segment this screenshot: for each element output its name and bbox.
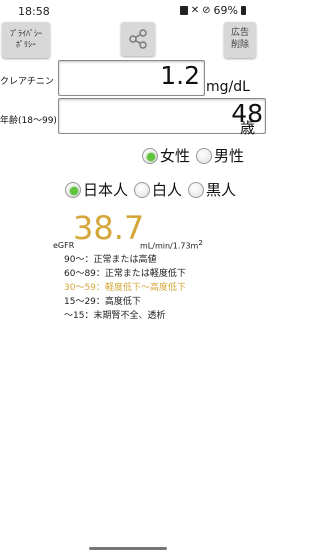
range-item: 60〜89：正常または軽度低下	[64, 269, 186, 279]
notification-icon	[179, 6, 188, 15]
status-time: 18:58	[18, 5, 50, 18]
egfr-range-list: 90〜：正常または高値 60〜89：正常または軽度低下 30〜59：軽度低下〜高…	[64, 253, 186, 323]
race-option-white-label: 白人	[152, 181, 183, 199]
share-button[interactable]	[121, 22, 155, 56]
egfr-unit-text: mL/min/1.73m	[140, 241, 199, 251]
range-item: 15〜29：高度低下	[64, 297, 141, 307]
radio-checked-icon	[65, 181, 81, 198]
privacy-label-line1: ﾌﾟﾗｲﾊﾞｼｰ	[10, 29, 42, 38]
creatinine-label: クレアチニン	[0, 77, 54, 87]
ad-label-line2: 削除	[230, 40, 249, 50]
battery-level: 69%	[213, 4, 238, 17]
privacy-label-line2: ﾎﾟﾘｼｰ	[16, 40, 36, 49]
race-radio-white[interactable]: 白人	[134, 179, 182, 200]
range-item: 〜15：末期腎不全、透析	[64, 311, 166, 321]
sex-radio-group: 女性 男性	[142, 145, 250, 166]
range-item: 90〜：正常または高値	[64, 255, 157, 265]
sex-radio-male[interactable]: 男性	[196, 145, 244, 166]
race-radio-black[interactable]: 黒人	[188, 179, 236, 200]
radio-checked-icon	[142, 147, 158, 164]
creatinine-unit: mg/dL	[206, 79, 250, 95]
race-option-black-label: 黒人	[206, 181, 237, 199]
egfr-value: 38.7	[73, 209, 145, 247]
age-input[interactable]: 48	[58, 98, 266, 134]
app-screen: 18:58 ✕ ⊘ 69% ﾌﾟﾗｲﾊﾞｼｰ ﾎﾟﾘｼｰ 広告 削除 クレアチニ…	[0, 0, 266, 555]
radio-unchecked-icon	[196, 147, 213, 164]
age-label: 年齢(18〜99)	[0, 116, 57, 126]
creatinine-value: 1.2	[160, 61, 200, 90]
race-option-japanese-label: 日本人	[83, 181, 129, 199]
privacy-policy-button[interactable]: ﾌﾟﾗｲﾊﾞｼｰ ﾎﾟﾘｼｰ	[2, 22, 50, 58]
creatinine-input[interactable]: 1.2	[58, 60, 205, 96]
radio-unchecked-icon	[188, 181, 205, 198]
radio-unchecked-icon	[134, 181, 151, 198]
sex-option-female-label: 女性	[160, 147, 191, 165]
sex-option-male-label: 男性	[214, 147, 245, 165]
egfr-unit: mL/min/1.73m2	[140, 239, 203, 251]
status-icons: ✕ ⊘ 69%	[179, 4, 246, 17]
race-radio-group: 日本人 白人 黒人	[65, 179, 242, 200]
egfr-unit-sup: 2	[198, 239, 203, 247]
sex-radio-female[interactable]: 女性	[142, 145, 190, 166]
ad-label-line1: 広告	[230, 28, 249, 38]
range-item-current: 30〜59：軽度低下〜高度低下	[64, 283, 186, 293]
race-radio-japanese[interactable]: 日本人	[65, 179, 128, 200]
remove-ads-button[interactable]: 広告 削除	[224, 22, 256, 58]
status-bar: 18:58 ✕ ⊘ 69%	[0, 0, 256, 24]
mute-icon: ✕	[190, 5, 200, 16]
dnd-icon: ⊘	[202, 5, 211, 16]
egfr-label: eGFR	[53, 241, 75, 250]
gesture-handle	[89, 547, 167, 550]
age-unit: 歳	[240, 119, 256, 137]
share-icon	[129, 29, 147, 49]
battery-icon	[241, 6, 246, 15]
